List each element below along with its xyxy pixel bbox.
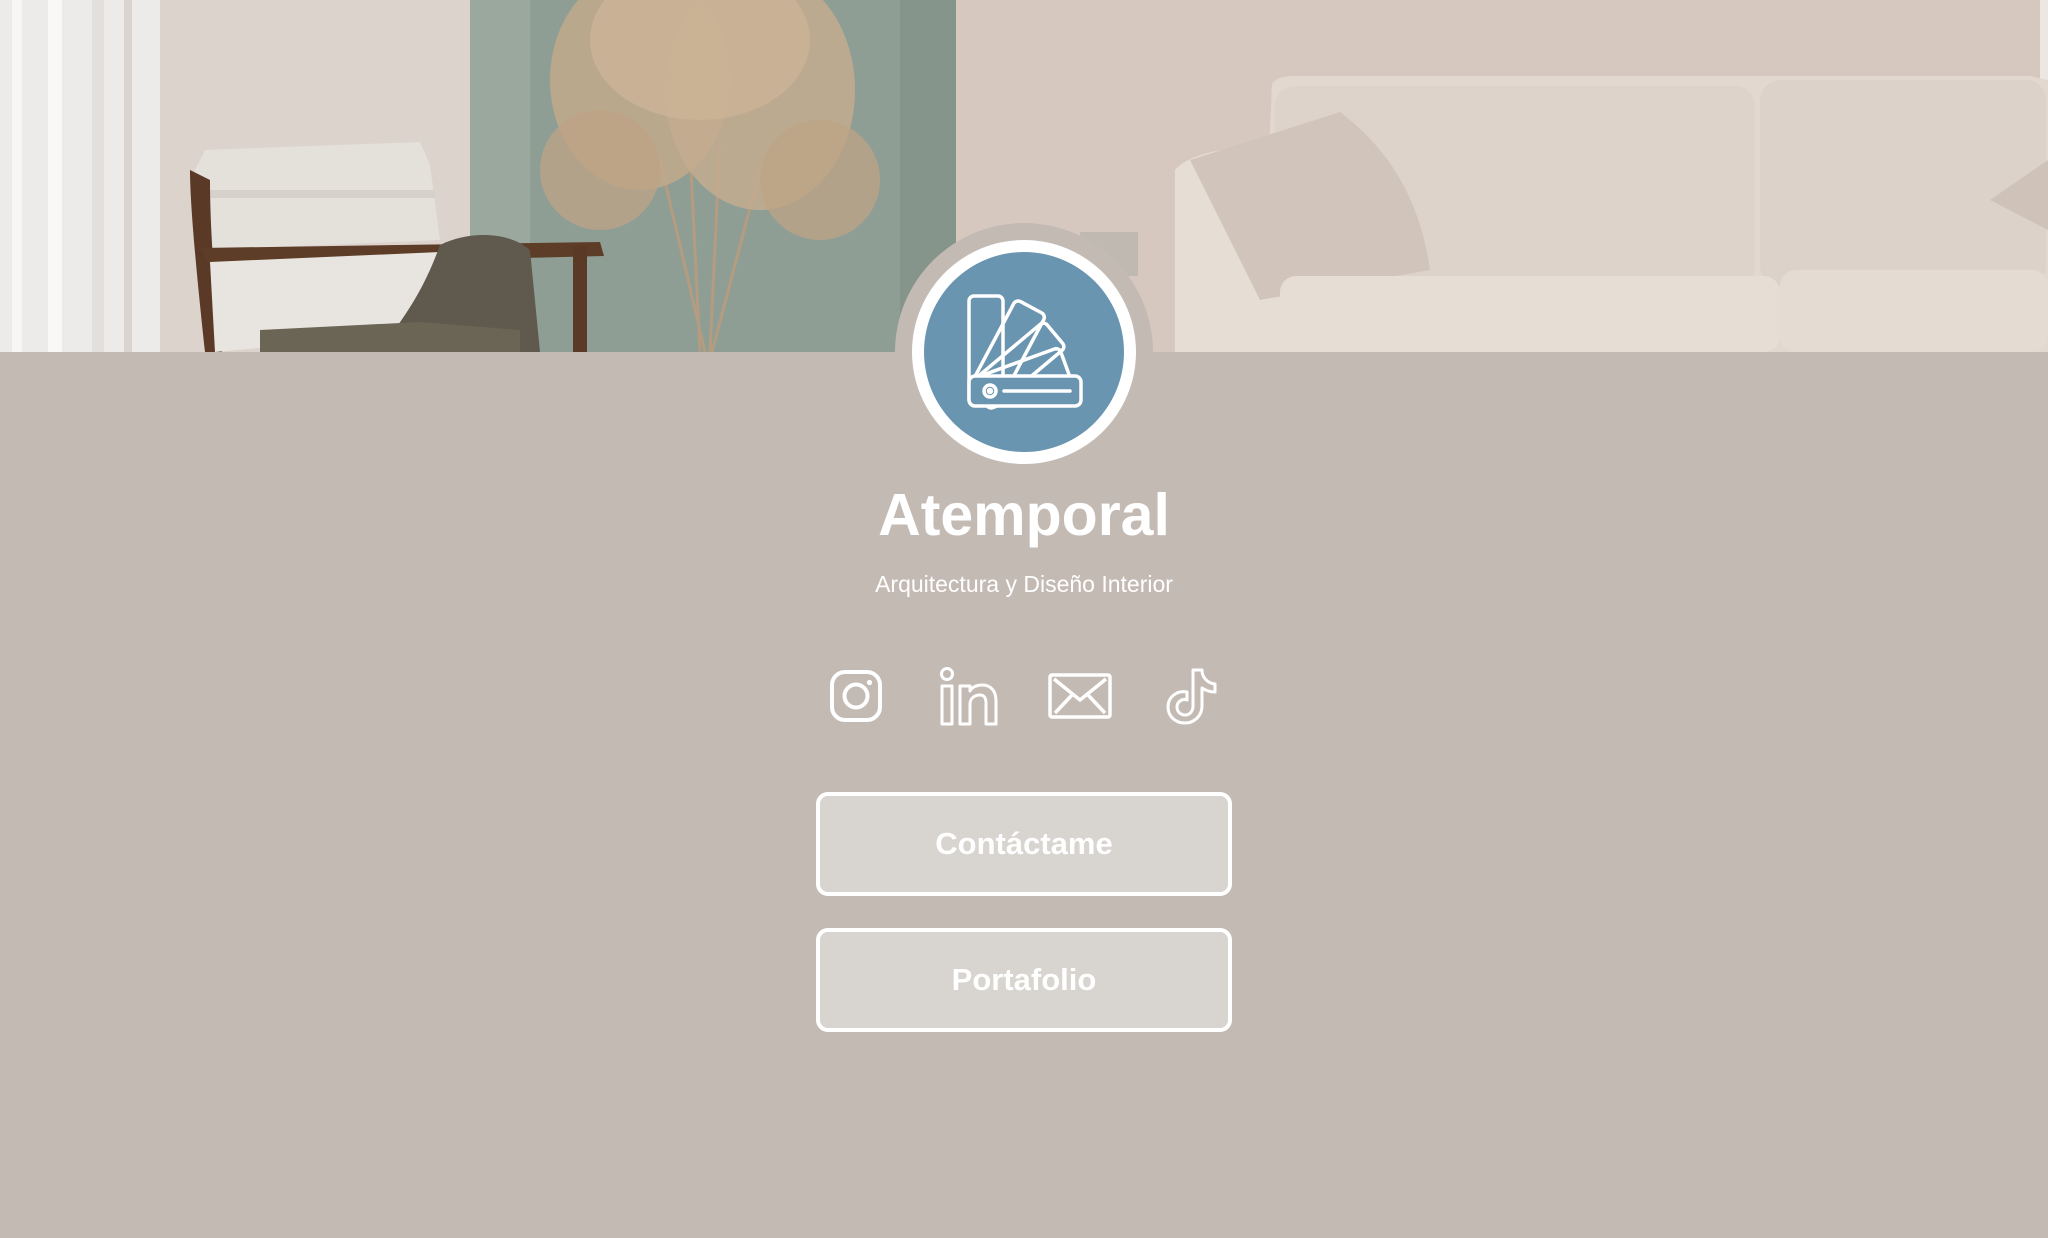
email-icon — [1048, 673, 1112, 719]
linkedin-link[interactable] — [934, 662, 1002, 730]
contact-button[interactable]: Contáctame — [816, 792, 1232, 896]
tiktok-link[interactable] — [1158, 662, 1226, 730]
tiktok-icon — [1166, 668, 1217, 725]
page-subtitle: Arquitectura y Diseño Interior — [875, 571, 1173, 597]
page: Atemporal Arquitectura y Diseño Interior — [0, 0, 2048, 1238]
instagram-icon — [830, 670, 882, 722]
avatar — [912, 240, 1136, 464]
portfolio-button[interactable]: Portafolio — [816, 928, 1232, 1032]
email-link[interactable] — [1046, 662, 1114, 730]
social-links — [0, 662, 2048, 730]
instagram-link[interactable] — [822, 662, 890, 730]
color-swatch-fan-icon — [924, 252, 1124, 452]
linkedin-icon — [940, 667, 998, 726]
page-title: Atemporal — [878, 482, 1170, 548]
